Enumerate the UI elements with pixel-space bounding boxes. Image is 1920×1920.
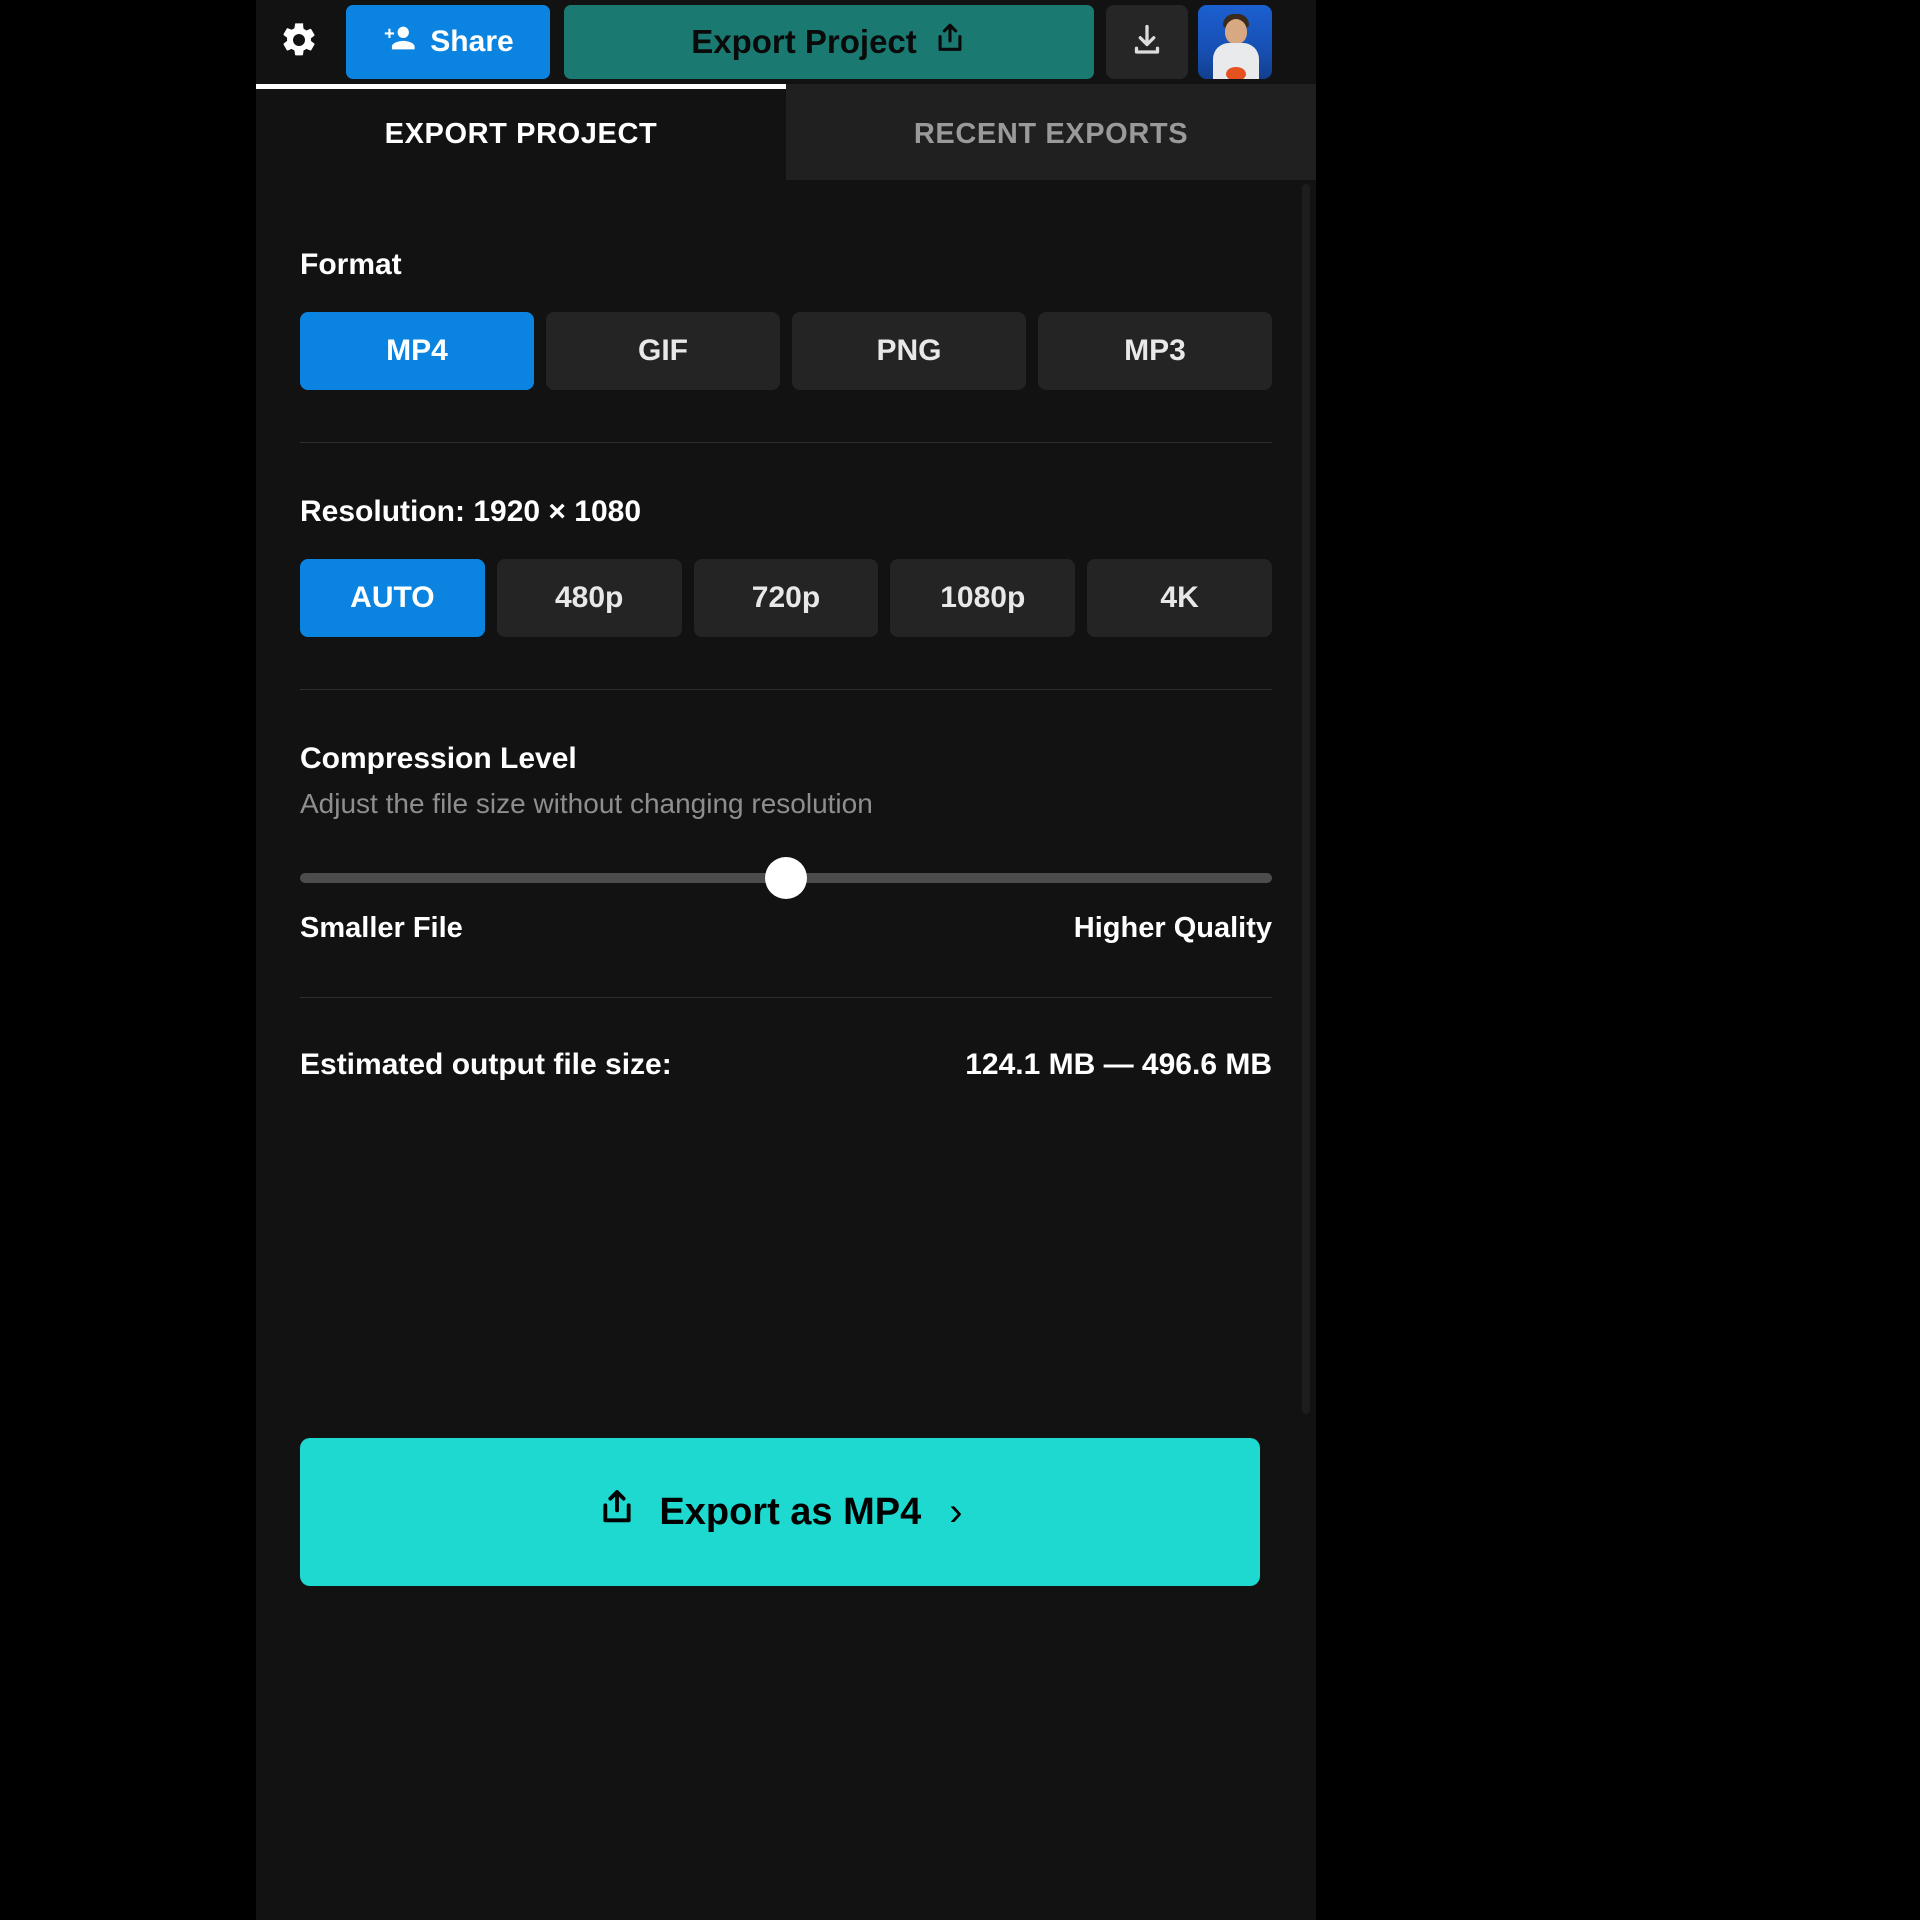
settings-button[interactable] — [256, 0, 342, 84]
download-icon — [1129, 22, 1165, 63]
resolution-value: 1920 × 1080 — [473, 495, 642, 528]
format-option-gif-label: GIF — [638, 334, 688, 367]
panel-tabs: EXPORT PROJECT RECENT EXPORTS — [256, 84, 1316, 180]
share-up-icon — [933, 21, 967, 63]
format-option-mp3-label: MP3 — [1124, 334, 1186, 367]
chevron-right-icon: › — [949, 1489, 963, 1534]
share-button[interactable]: Share — [346, 5, 550, 79]
divider-format-resolution — [300, 442, 1272, 443]
panel-content: Format MP4 GIF PNG MP3 Resolution: 1920 … — [256, 248, 1316, 1082]
compression-slider-end-labels: Smaller File Higher Quality — [300, 912, 1272, 945]
avatar-face — [1225, 19, 1247, 44]
export-project-button-label: Export Project — [691, 23, 917, 60]
format-option-png[interactable]: PNG — [792, 312, 1026, 390]
tab-recent-exports-label: RECENT EXPORTS — [913, 118, 1189, 150]
resolution-option-1080p[interactable]: 1080p — [890, 559, 1076, 637]
format-option-png-label: PNG — [876, 334, 942, 367]
format-option-mp4[interactable]: MP4 — [300, 312, 534, 390]
compression-min-label: Smaller File — [300, 912, 463, 944]
compression-slider-thumb[interactable] — [765, 857, 807, 899]
panel-scrollbar[interactable] — [1302, 184, 1310, 1414]
tab-export-project[interactable]: EXPORT PROJECT — [256, 84, 786, 180]
estimate-value: 124.1 MB — 496.6 MB — [965, 1048, 1272, 1081]
format-section-label: Format — [300, 248, 402, 281]
format-option-group: MP4 GIF PNG MP3 — [300, 312, 1272, 390]
resolution-option-720p-label: 720p — [751, 581, 821, 614]
export-as-mp4-button[interactable]: Export as MP4 › — [300, 1438, 1260, 1586]
resolution-option-720p[interactable]: 720p — [693, 559, 879, 637]
estimate-label: Estimated output file size: — [300, 1048, 672, 1081]
compression-max-label: Higher Quality — [1073, 912, 1272, 944]
format-option-gif[interactable]: GIF — [546, 312, 780, 390]
tab-export-project-label: EXPORT PROJECT — [384, 118, 658, 150]
format-option-mp4-label: MP4 — [386, 334, 448, 367]
resolution-label-text: Resolution: — [300, 495, 465, 528]
avatar-shirt-logo — [1226, 67, 1246, 79]
app-root: Share Export Project EXPORT PROJECT RECE… — [0, 0, 1920, 1920]
resolution-option-auto[interactable]: AUTO — [300, 559, 485, 637]
export-panel: EXPORT PROJECT RECENT EXPORTS Format MP4… — [256, 84, 1316, 1920]
top-toolbar: Share Export Project — [256, 0, 1316, 84]
estimate-row: Estimated output file size: 124.1 MB — 4… — [300, 1048, 1272, 1082]
resolution-section-label: Resolution: 1920 × 1080 — [300, 495, 1272, 529]
gear-icon — [279, 20, 319, 65]
compression-slider[interactable] — [300, 857, 1272, 899]
divider-resolution-compression — [300, 689, 1272, 690]
person-add-icon — [382, 21, 416, 63]
divider-compression-estimate — [300, 997, 1272, 998]
export-as-mp4-label: Export as MP4 — [659, 1490, 922, 1533]
format-option-mp3[interactable]: MP3 — [1038, 312, 1272, 390]
resolution-option-auto-label: AUTO — [350, 581, 435, 614]
share-button-label: Share — [430, 25, 514, 58]
resolution-option-group: AUTO 480p 720p 1080p 4K — [300, 559, 1272, 637]
resolution-option-4k-label: 4K — [1160, 581, 1199, 614]
share-up-icon — [597, 1486, 637, 1538]
resolution-option-4k[interactable]: 4K — [1087, 559, 1272, 637]
export-project-button[interactable]: Export Project — [564, 5, 1094, 79]
resolution-option-480p-label: 480p — [555, 581, 624, 614]
avatar[interactable] — [1198, 5, 1272, 79]
compression-section-label: Compression Level — [300, 742, 577, 775]
compression-description: Adjust the file size without changing re… — [300, 788, 873, 819]
tab-recent-exports[interactable]: RECENT EXPORTS — [786, 84, 1316, 180]
resolution-option-480p[interactable]: 480p — [496, 559, 682, 637]
resolution-option-1080p-label: 1080p — [940, 581, 1026, 614]
download-button[interactable] — [1106, 5, 1188, 79]
